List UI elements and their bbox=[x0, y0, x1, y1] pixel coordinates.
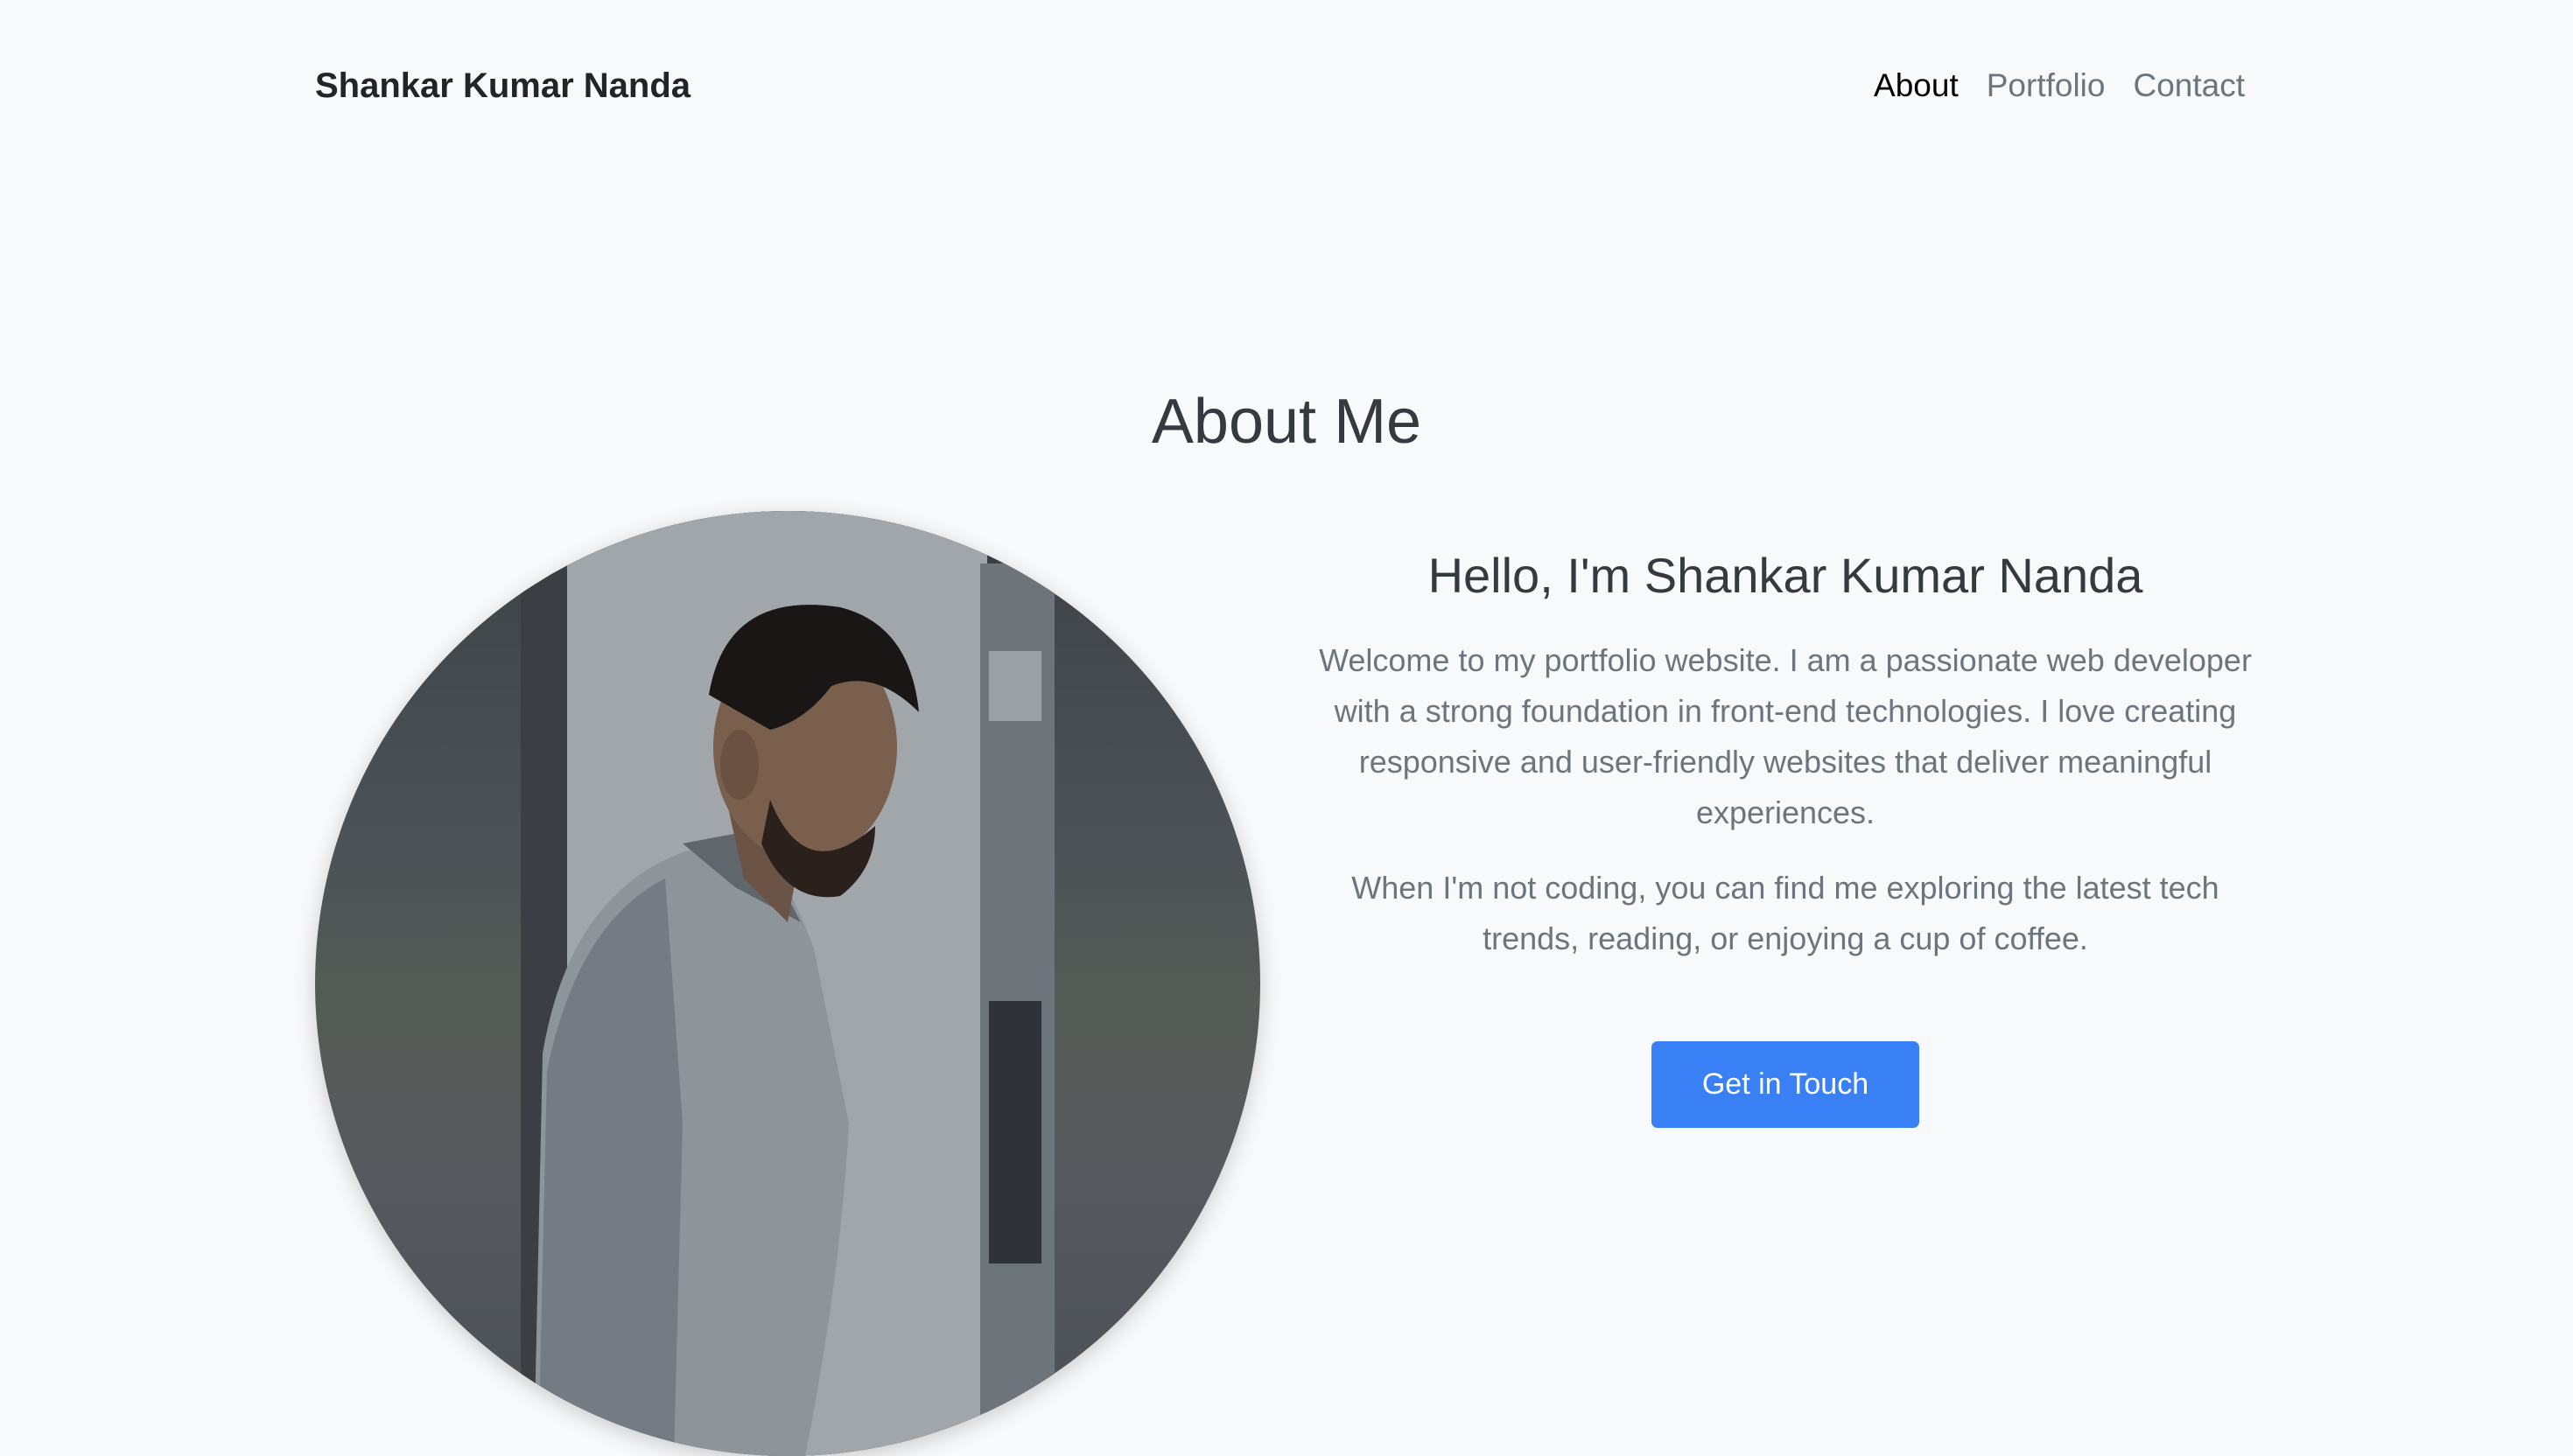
about-paragraph-1: Welcome to my portfolio website. I am a … bbox=[1319, 642, 2252, 830]
window-detail-2 bbox=[989, 1001, 1041, 1264]
nav-link-portfolio[interactable]: Portfolio bbox=[1987, 63, 2106, 108]
get-in-touch-button[interactable]: Get in Touch bbox=[1651, 1041, 1919, 1128]
brand-logo-text[interactable]: Shankar Kumar Nanda bbox=[315, 63, 691, 108]
nav-links: About Portfolio Contact bbox=[1874, 63, 2245, 108]
navbar: Shankar Kumar Nanda About Portfolio Cont… bbox=[0, 0, 2573, 175]
about-heading: Hello, I'm Shankar Kumar Nanda bbox=[1427, 548, 2143, 603]
about-text-block: Hello, I'm Shankar Kumar Nanda Welcome t… bbox=[1304, 542, 2267, 989]
window-detail-1 bbox=[989, 651, 1041, 721]
section-title: About Me bbox=[1151, 387, 1422, 457]
about-paragraph-2: When I'm not coding, you can find me exp… bbox=[1351, 870, 2219, 956]
nav-link-contact[interactable]: Contact bbox=[2133, 63, 2245, 108]
profile-photo-illustration bbox=[521, 511, 1055, 1456]
ear bbox=[720, 730, 759, 800]
nav-link-about[interactable]: About bbox=[1874, 63, 1959, 108]
profile-photo bbox=[315, 511, 1260, 1456]
